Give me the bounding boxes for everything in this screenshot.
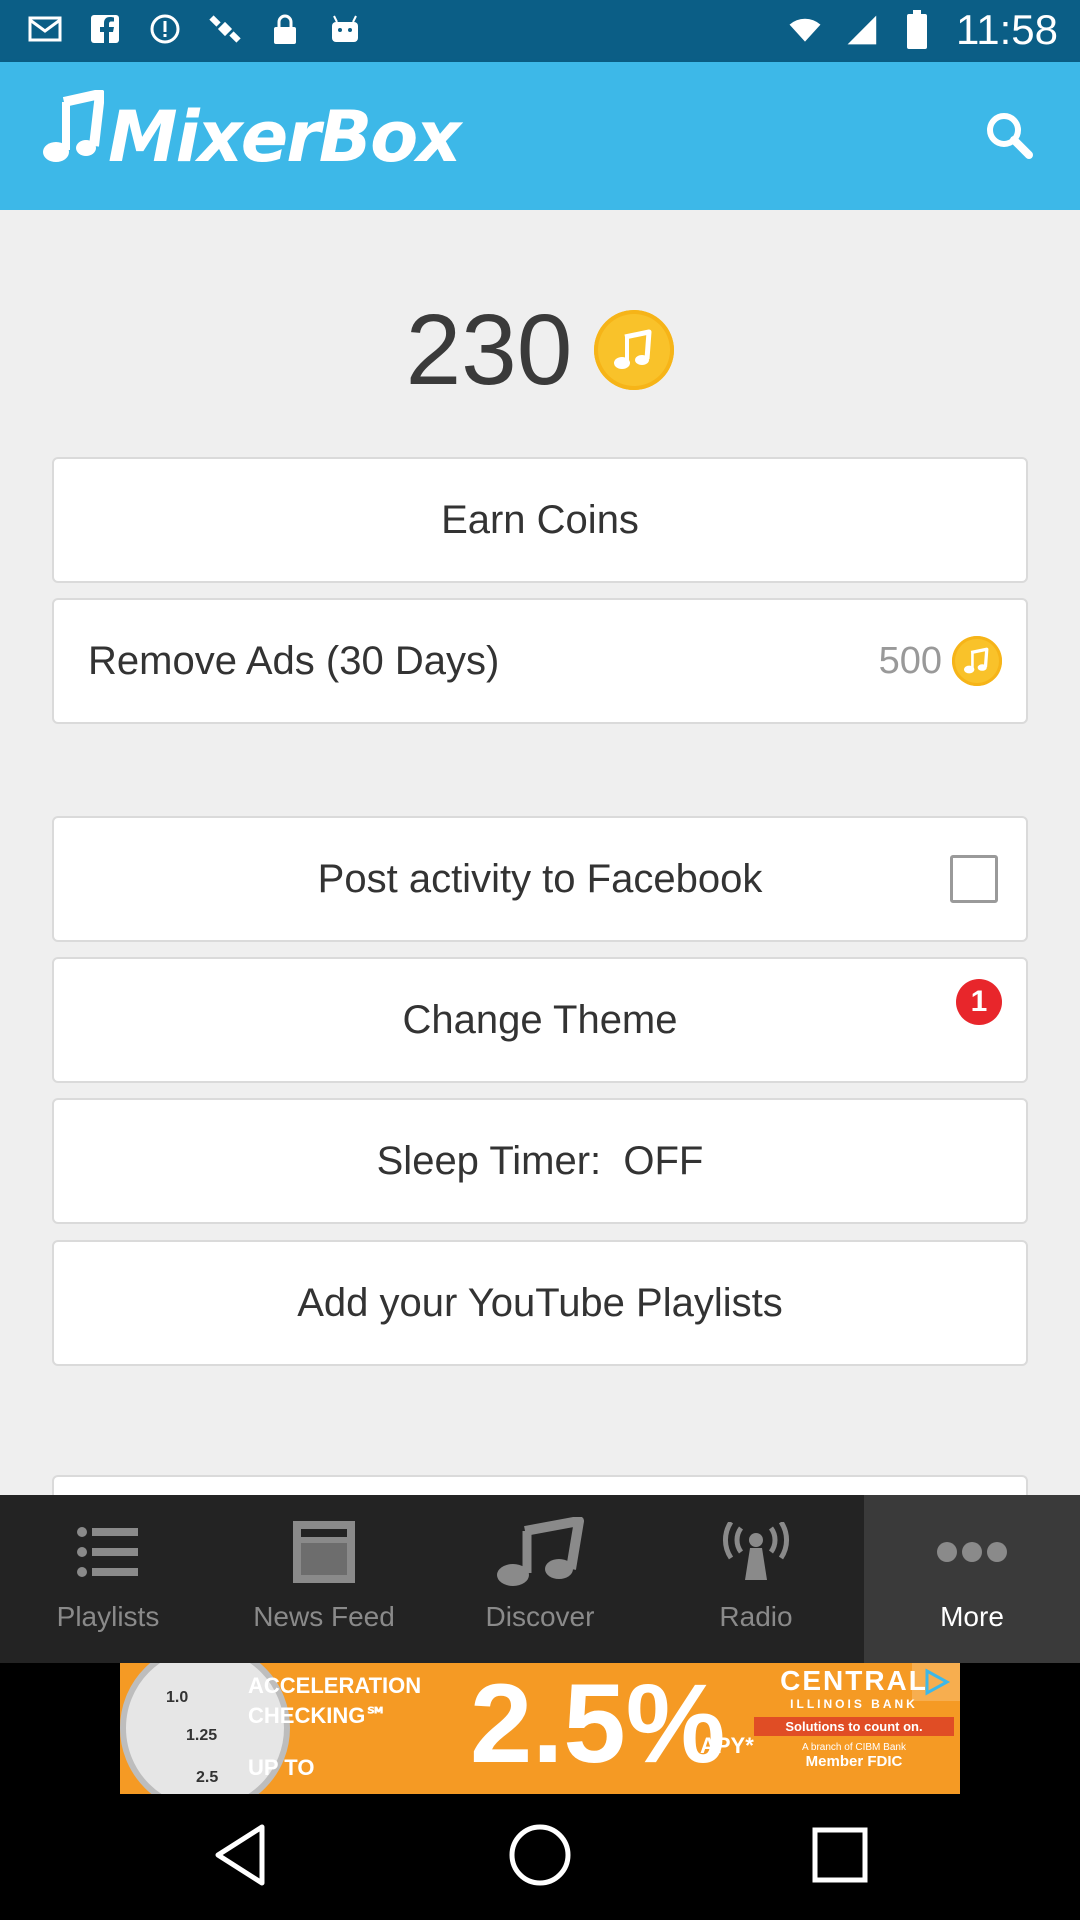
nav-more[interactable]: More	[864, 1495, 1080, 1663]
change-theme-button[interactable]: Change Theme 1	[52, 957, 1028, 1083]
search-button[interactable]	[974, 102, 1044, 172]
gauge-label: 1.0	[166, 1689, 189, 1706]
lock-icon	[268, 12, 302, 46]
nav-label: More	[940, 1601, 1004, 1632]
ad-banner[interactable]: 1.0 1.25 2.5 ACCELERATION CHECKING℠ UP T…	[120, 1663, 960, 1794]
signal-icon	[844, 13, 878, 47]
recents-button[interactable]	[790, 1807, 890, 1907]
ad-apy: APY*	[700, 1733, 754, 1758]
alert-icon	[148, 12, 182, 46]
list-icon	[76, 1517, 140, 1587]
next-card-partial[interactable]	[52, 1475, 1028, 1495]
remove-ads-button[interactable]: Remove Ads (30 Days) 500	[52, 598, 1028, 724]
app-bar: MixerBox	[0, 62, 1080, 210]
bottom-nav: Playlists News Feed Discover Radio More	[0, 1495, 1080, 1663]
home-button[interactable]	[490, 1807, 590, 1907]
nav-news-feed[interactable]: News Feed	[216, 1495, 432, 1663]
ad-headline: ACCELERATION CHECKING℠ UP TO	[248, 1671, 422, 1780]
coin-balance-value: 230	[405, 293, 573, 406]
nav-label: Playlists	[56, 1601, 160, 1632]
bank-tagline: Solutions to count on.	[754, 1717, 954, 1736]
ad-rate: 2.5%	[470, 1663, 726, 1786]
status-bar: 11:58	[0, 0, 1080, 62]
ad-upto: UP TO	[248, 1755, 315, 1780]
facebook-icon	[88, 12, 122, 46]
home-icon	[508, 1823, 572, 1892]
search-icon	[984, 110, 1034, 165]
nav-label: News Feed	[253, 1601, 395, 1632]
earn-coins-button[interactable]: Earn Coins	[52, 457, 1028, 583]
radio-icon	[721, 1517, 791, 1587]
nav-label: Radio	[719, 1601, 793, 1632]
nav-label: Discover	[485, 1601, 595, 1632]
wifi-icon	[788, 13, 822, 47]
mixerbox-logo[interactable]: MixerBox	[42, 88, 461, 185]
more-icon	[937, 1517, 1007, 1587]
gauge-label: 1.25	[186, 1727, 218, 1744]
clock: 11:58	[956, 6, 1058, 53]
back-icon	[212, 1823, 268, 1892]
coin-icon	[952, 636, 1002, 686]
post-facebook-label: Post activity to Facebook	[317, 856, 763, 901]
sleep-timer-label: Sleep Timer: OFF	[376, 1138, 704, 1183]
sleep-timer-button[interactable]: Sleep Timer: OFF	[52, 1098, 1028, 1224]
logo-text: MixerBox	[108, 96, 461, 178]
android-icon	[328, 12, 362, 46]
post-facebook-checkbox[interactable]	[950, 855, 998, 903]
post-facebook-toggle[interactable]: Post activity to Facebook	[52, 816, 1028, 942]
remove-ads-price: 500	[879, 636, 1002, 686]
nav-radio[interactable]: Radio	[648, 1495, 864, 1663]
back-button[interactable]	[190, 1807, 290, 1907]
ad-choices-icon[interactable]	[912, 1663, 960, 1701]
recents-icon	[810, 1825, 870, 1890]
ad-line1: ACCELERATION	[248, 1673, 422, 1698]
music-note-icon	[42, 88, 105, 185]
ad-line2: CHECKING℠	[248, 1703, 388, 1728]
change-theme-label: Change Theme	[402, 997, 678, 1042]
gauge-label: 2.5	[196, 1769, 219, 1786]
coin-balance: 230	[0, 290, 1080, 410]
bank-fdic: Member FDIC	[805, 1753, 903, 1770]
price-value: 500	[878, 639, 942, 682]
battery-icon	[900, 10, 934, 49]
remove-ads-label: Remove Ads (30 Days)	[88, 638, 500, 683]
system-nav-bar	[0, 1794, 1080, 1920]
satellite-icon	[208, 12, 242, 46]
mail-icon	[28, 12, 62, 46]
newsfeed-icon	[291, 1517, 357, 1587]
music-note-icon	[495, 1517, 585, 1587]
nav-discover[interactable]: Discover	[432, 1495, 648, 1663]
bank-branch: A branch of CIBM Bank	[802, 1742, 906, 1753]
notification-badge: 1	[956, 979, 1002, 1025]
earn-coins-label: Earn Coins	[441, 497, 639, 542]
more-page: 230 Earn Coins Remove Ads (30 Days) 500 …	[0, 210, 1080, 1495]
coin-icon	[594, 310, 675, 390]
nav-playlists[interactable]: Playlists	[0, 1495, 216, 1663]
youtube-playlists-button[interactable]: Add your YouTube Playlists	[52, 1240, 1028, 1366]
youtube-playlists-label: Add your YouTube Playlists	[297, 1280, 783, 1325]
